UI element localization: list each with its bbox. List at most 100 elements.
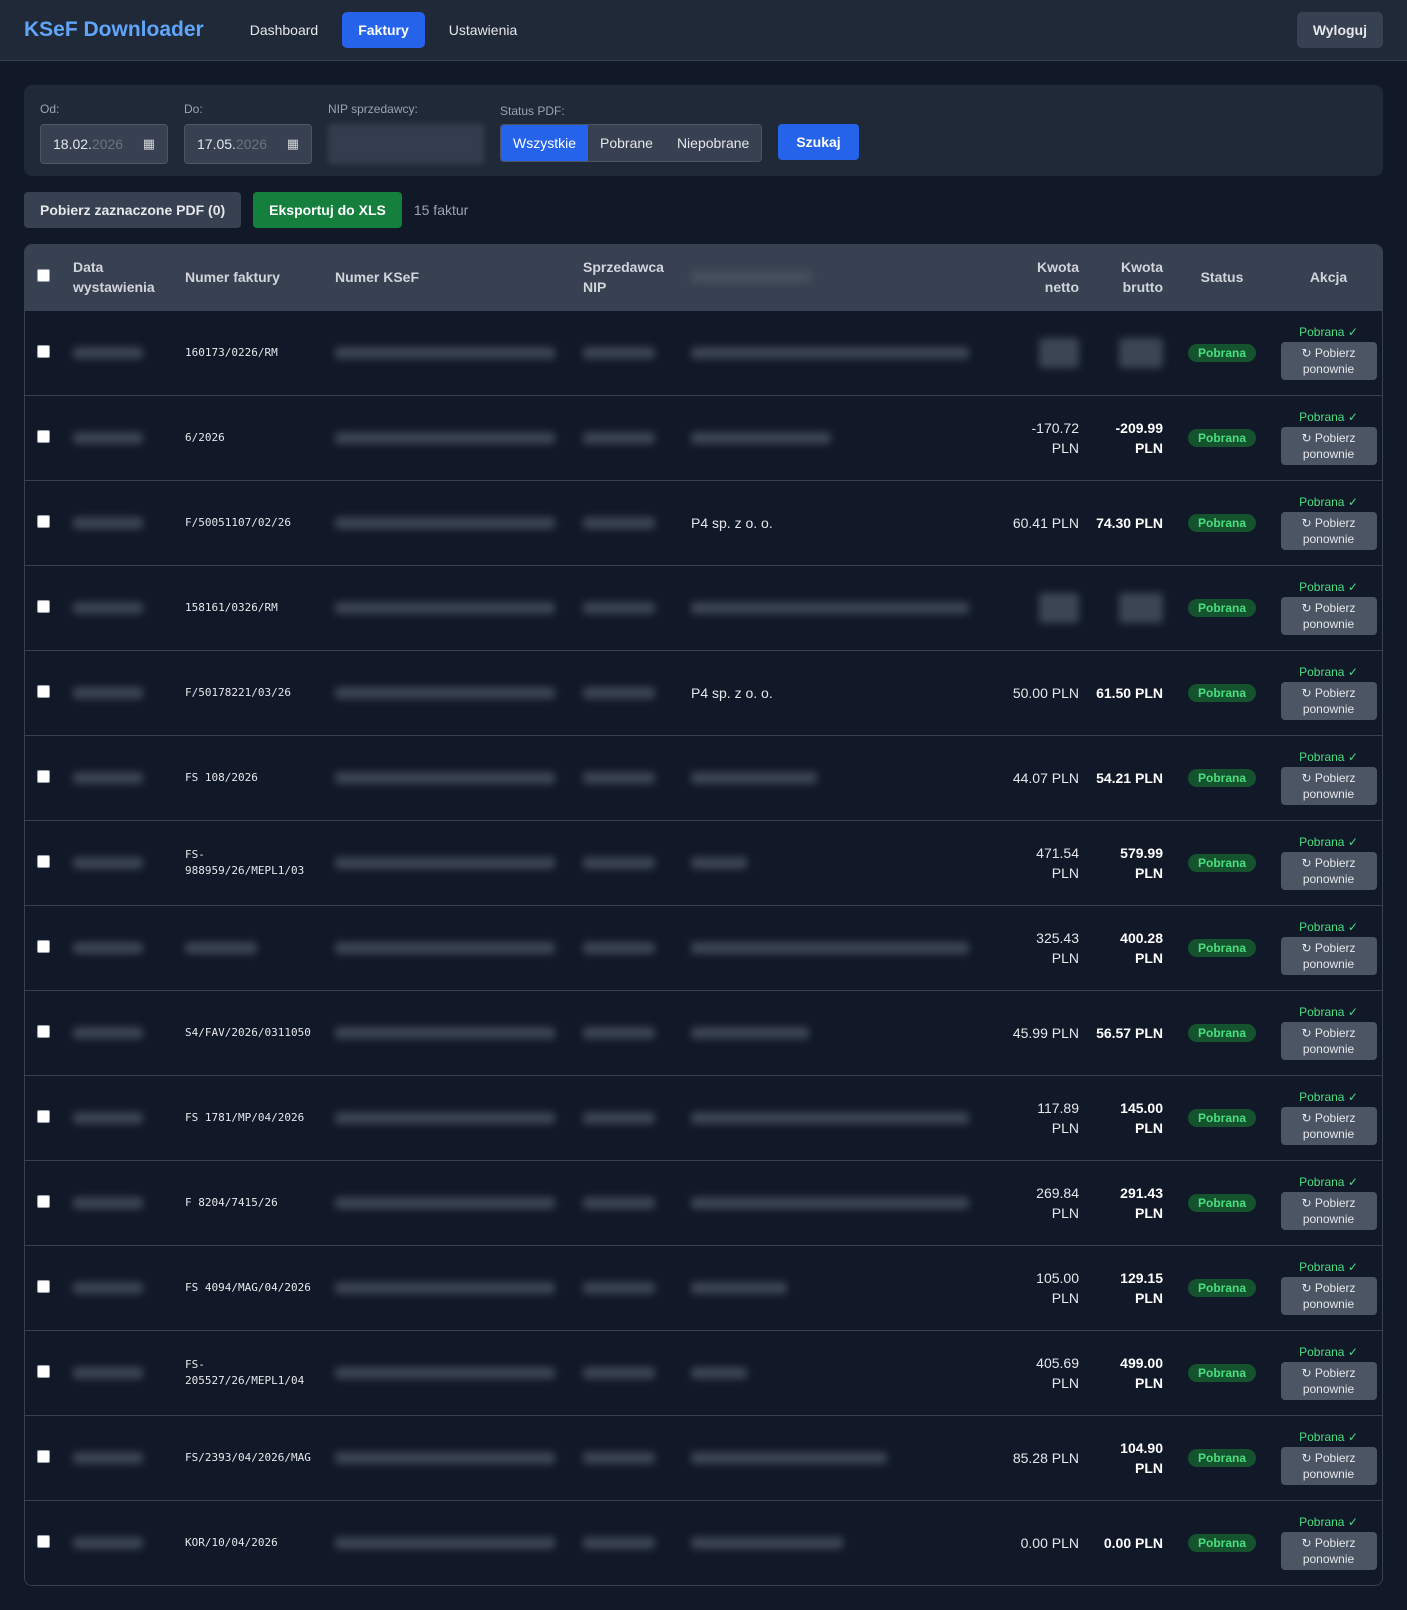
row-select-cell: [25, 310, 65, 395]
action-group: Pobrana ✓ ↻ Pobierz ponownie: [1280, 1005, 1377, 1060]
row-select-cell: [25, 990, 65, 1075]
search-button[interactable]: Szukaj: [778, 124, 859, 160]
blurred-nip: [583, 771, 655, 784]
table-row: FS 108/2026 44.07 PLN 54.21 PLN Pobrana …: [25, 735, 1382, 820]
header-netto[interactable]: Kwota netto: [1003, 245, 1087, 310]
ksef-number-cell: [327, 310, 575, 395]
redownload-button[interactable]: ↻ Pobierz ponownie: [1280, 597, 1377, 635]
row-checkbox[interactable]: [37, 1024, 50, 1038]
row-checkbox[interactable]: [37, 1194, 50, 1208]
amount-brutto: 145.00 PLN: [1120, 1099, 1163, 1136]
amount-netto: 60.41 PLN: [1012, 514, 1079, 531]
amount-netto: -170.72 PLN: [1031, 419, 1079, 456]
redownload-button[interactable]: ↻ Pobierz ponownie: [1280, 1532, 1377, 1571]
row-checkbox[interactable]: [37, 684, 50, 698]
calendar-icon[interactable]: ▦: [143, 136, 155, 152]
row-checkbox[interactable]: [37, 1449, 50, 1463]
seller-name-cell: [683, 990, 1003, 1075]
header-nip[interactable]: Sprzedawca NIP: [575, 245, 683, 310]
header-date[interactable]: Data wystawienia: [65, 245, 177, 310]
row-checkbox[interactable]: [37, 429, 50, 443]
ksef-number-cell: [327, 1500, 575, 1585]
redownload-button[interactable]: ↻ Pobierz ponownie: [1280, 682, 1377, 720]
redownload-button[interactable]: ↻ Pobierz ponownie: [1280, 1277, 1377, 1315]
logout-button[interactable]: Wyloguj: [1296, 12, 1383, 48]
status-option-all[interactable]: Wszystkie: [501, 125, 588, 161]
invoice-count: 15 faktur: [413, 202, 469, 218]
status-option-downloaded[interactable]: Pobrane: [588, 125, 665, 161]
seller-name-cell: [683, 1415, 1003, 1500]
action-group: Pobrana ✓ ↻ Pobierz ponownie: [1280, 1260, 1377, 1315]
header-number[interactable]: Numer faktury: [177, 245, 327, 310]
app-brand[interactable]: KSeF Downloader: [24, 18, 204, 42]
nip-label: NIP sprzedawcy:: [328, 102, 418, 116]
redownload-button[interactable]: ↻ Pobierz ponownie: [1280, 1447, 1377, 1485]
redownload-button[interactable]: ↻ Pobierz ponownie: [1280, 1107, 1377, 1145]
invoice-number: 160173/0226/RM: [185, 345, 278, 359]
nav-dashboard[interactable]: Dashboard: [234, 12, 335, 48]
select-all-checkbox[interactable]: [37, 269, 50, 283]
header-seller-name: [683, 245, 1003, 310]
export-xls-button[interactable]: Eksportuj do XLS: [253, 192, 402, 228]
table-row: F/50051107/02/26 P4 sp. z o. o. 60.41 PL…: [25, 480, 1382, 565]
ksef-number-cell: [327, 1245, 575, 1330]
invoice-number-cell: [177, 905, 327, 990]
action-group: Pobrana ✓ ↻ Pobierz ponownie: [1280, 835, 1377, 890]
ksef-number-cell: [327, 1160, 575, 1245]
header-brutto[interactable]: Kwota brutto: [1087, 245, 1171, 310]
row-checkbox[interactable]: [37, 1364, 50, 1378]
blurred-nip: [583, 1281, 655, 1294]
date-from-label: Od:: [40, 102, 60, 116]
row-checkbox[interactable]: [37, 854, 50, 868]
redownload-button[interactable]: ↻ Pobierz ponownie: [1280, 342, 1377, 380]
status-option-not-downloaded[interactable]: Niepobrane: [664, 125, 762, 161]
blurred-nip: [583, 1451, 655, 1464]
row-checkbox[interactable]: [37, 769, 50, 783]
date-from-year: 2026: [91, 136, 124, 152]
calendar-icon[interactable]: ▦: [287, 136, 299, 152]
netto-cell: 325.43 PLN: [1003, 905, 1087, 990]
row-checkbox[interactable]: [37, 344, 50, 358]
row-checkbox[interactable]: [37, 939, 50, 953]
row-checkbox[interactable]: [37, 514, 50, 528]
nav-ustawienia[interactable]: Ustawienia: [433, 12, 533, 48]
download-selected-button[interactable]: Pobierz zaznaczone PDF (0): [24, 192, 242, 228]
redownload-button[interactable]: ↻ Pobierz ponownie: [1280, 1362, 1377, 1400]
nip-group: NIP sprzedawcy:: [328, 102, 484, 164]
invoice-number-cell: 6/2026: [177, 395, 327, 480]
seller-name-cell: [683, 395, 1003, 480]
redownload-button[interactable]: ↻ Pobierz ponownie: [1280, 512, 1377, 550]
invoice-number-cell: FS 108/2026: [177, 735, 327, 820]
nav-faktury[interactable]: Faktury: [342, 12, 425, 48]
brutto-cell: 400.28 PLN: [1087, 905, 1171, 990]
blurred-ksef-number: [335, 516, 555, 529]
date-to-input[interactable]: 17.05. 2026 ▦: [184, 124, 312, 164]
redownload-button[interactable]: ↻ Pobierz ponownie: [1280, 1192, 1377, 1230]
issue-date-cell: [65, 1160, 177, 1245]
redownload-button[interactable]: ↻ Pobierz ponownie: [1280, 852, 1377, 890]
redownload-button[interactable]: ↻ Pobierz ponownie: [1280, 1022, 1377, 1060]
amount-netto: 0.00 PLN: [1020, 1534, 1079, 1551]
status-badge: Pobrana: [1187, 1108, 1256, 1127]
header-ksef[interactable]: Numer KSeF: [327, 245, 575, 310]
redownload-button[interactable]: ↻ Pobierz ponownie: [1280, 937, 1377, 975]
seller-name-cell: P4 sp. z o. o.: [683, 650, 1003, 735]
table-header-row: Data wystawienia Numer faktury Numer KSe…: [25, 245, 1382, 310]
downloaded-indicator: Pobrana ✓: [1299, 1345, 1358, 1359]
ksef-number-cell: [327, 565, 575, 650]
nip-input[interactable]: [328, 124, 484, 164]
date-from-input[interactable]: 18.02. 2026 ▦: [40, 124, 168, 164]
redownload-button[interactable]: ↻ Pobierz ponownie: [1280, 427, 1377, 465]
blurred-ksef-number: [335, 1281, 555, 1294]
row-checkbox[interactable]: [37, 1534, 50, 1548]
action-cell: Pobrana ✓ ↻ Pobierz ponownie: [1273, 395, 1382, 480]
redownload-button[interactable]: ↻ Pobierz ponownie: [1280, 767, 1377, 805]
action-group: Pobrana ✓ ↻ Pobierz ponownie: [1280, 410, 1377, 465]
row-checkbox[interactable]: [37, 1279, 50, 1293]
brutto-cell: 74.30 PLN: [1087, 480, 1171, 565]
row-checkbox[interactable]: [37, 599, 50, 613]
blurred-date: [73, 1281, 143, 1294]
row-checkbox[interactable]: [37, 1109, 50, 1123]
issue-date-cell: [65, 735, 177, 820]
amount-netto: 50.00 PLN: [1012, 684, 1079, 701]
